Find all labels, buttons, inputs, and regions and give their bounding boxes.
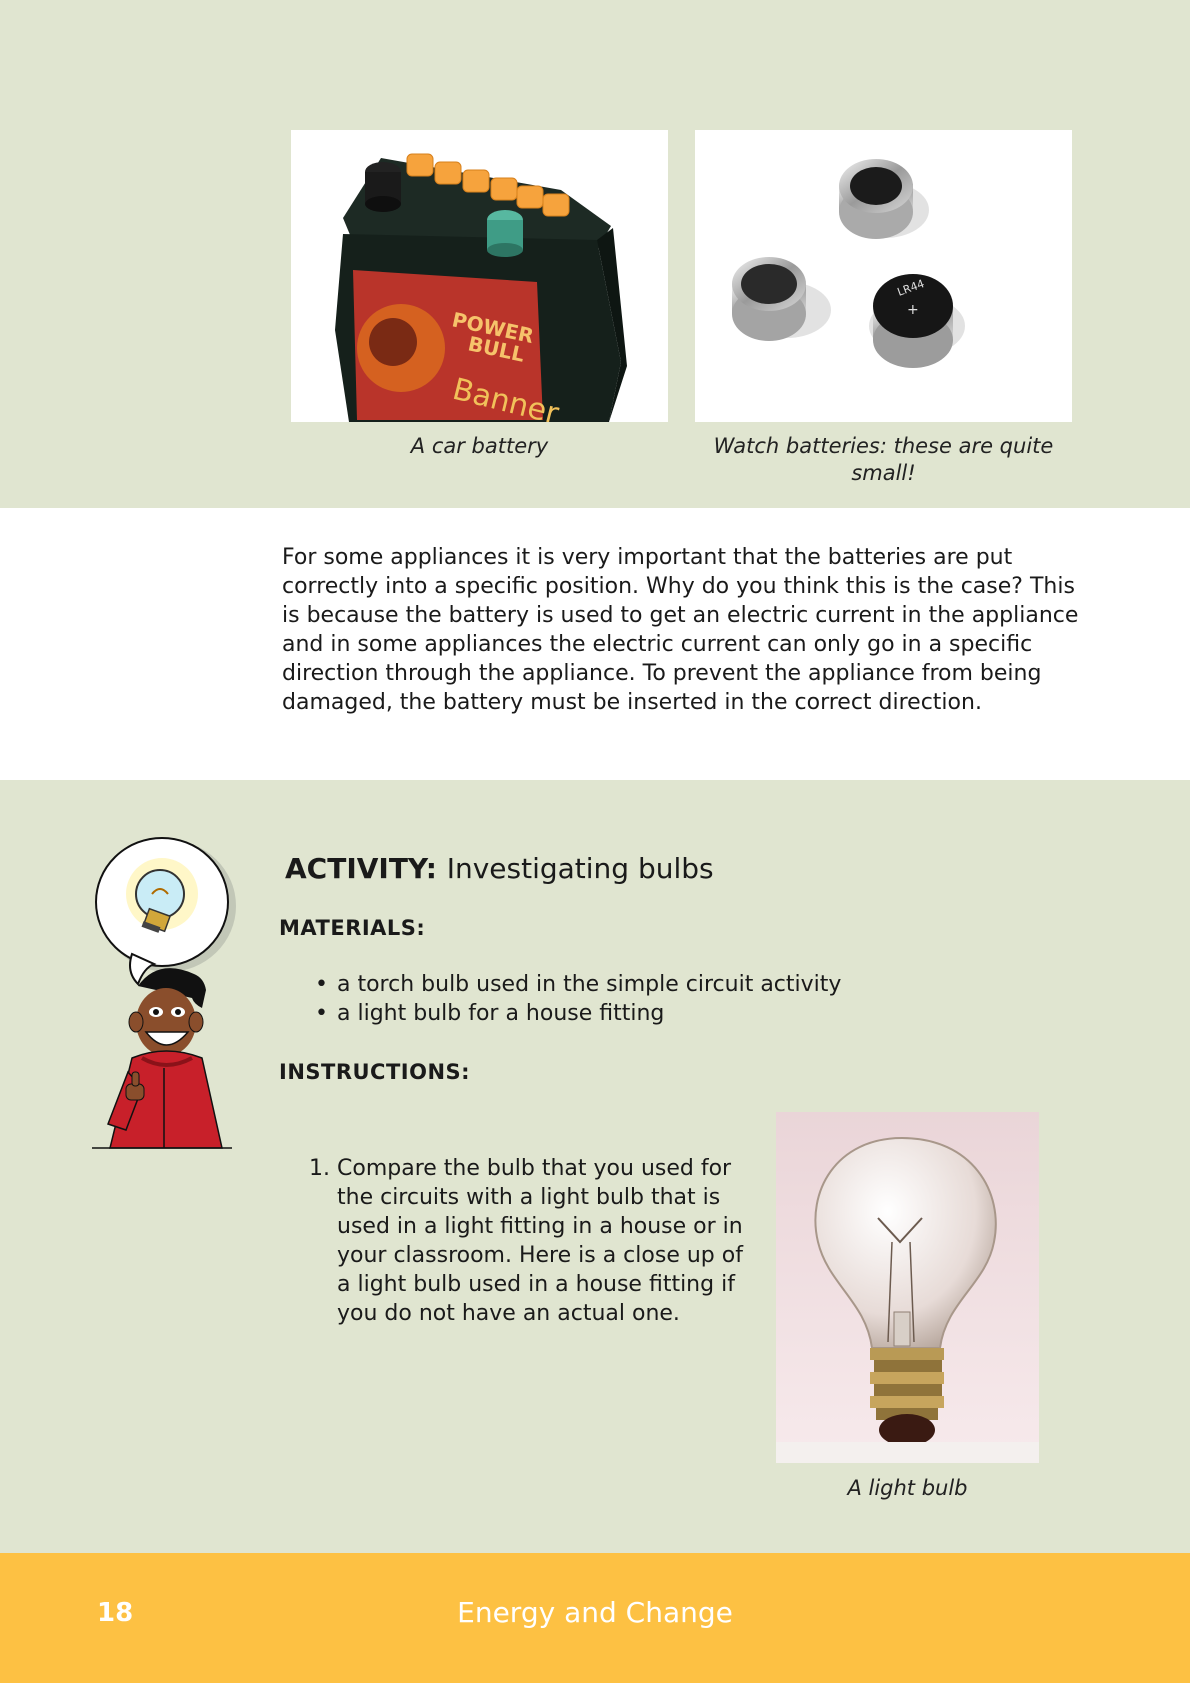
step-text: Compare the bulb that you used for the c… — [337, 1156, 743, 1326]
svg-text:+: + — [907, 302, 919, 318]
light-bulb-photo — [776, 1112, 1039, 1463]
list-item: a light bulb for a house fitting — [312, 999, 841, 1028]
instruction-step: 1. Compare the bulb that you used for th… — [309, 1154, 759, 1328]
materials-list: a torch bulb used in the simple circuit … — [312, 970, 841, 1028]
activity-label: ACTIVITY: — [285, 852, 437, 885]
step-number: 1. — [309, 1156, 330, 1181]
book-title: Energy and Change — [457, 1596, 733, 1629]
watch-batteries-photo: LR44 + — [695, 130, 1072, 422]
instructions-heading: INSTRUCTIONS: — [279, 1060, 471, 1084]
watch-batteries-caption: Watch batteries: these are quite small! — [713, 434, 1054, 485]
activity-title: ACTIVITY: Investigating bulbs — [285, 852, 714, 885]
light-bulb-caption: A light bulb — [847, 1476, 968, 1500]
intro-paragraph: For some appliances it is very important… — [282, 545, 1079, 715]
car-battery-caption: A car battery — [410, 434, 549, 458]
mascot-illustration — [92, 836, 242, 1151]
activity-name: Investigating bulbs — [446, 852, 714, 885]
car-battery-photo: POWER BULL Banner — [291, 130, 668, 422]
materials-heading: MATERIALS: — [279, 916, 426, 940]
list-item: a torch bulb used in the simple circuit … — [312, 970, 841, 999]
